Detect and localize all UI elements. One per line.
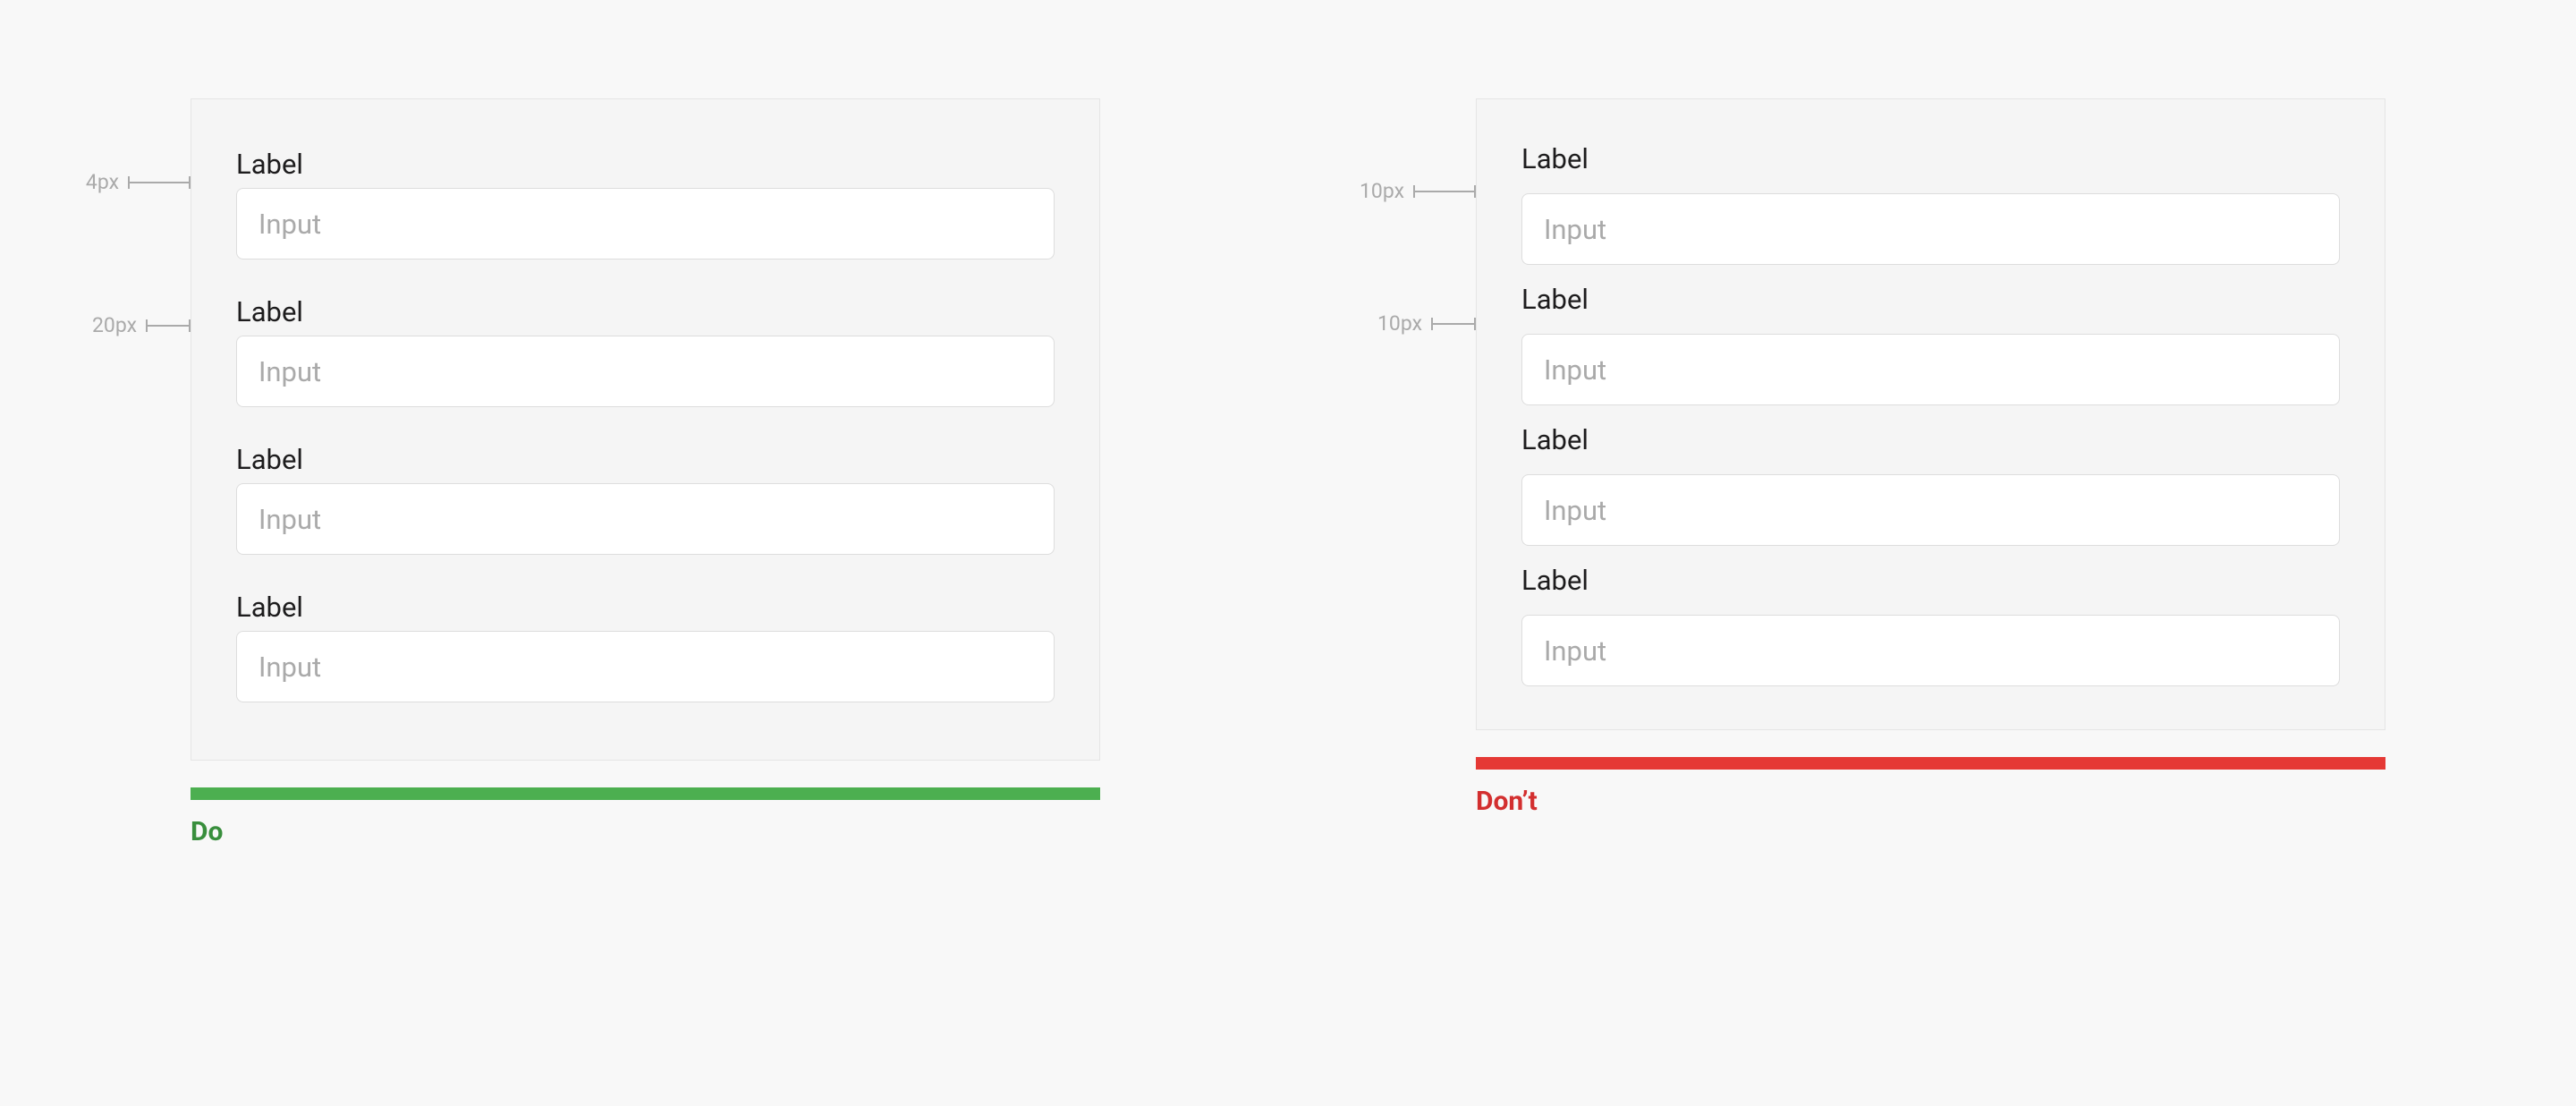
text-input[interactable] <box>1521 474 2340 546</box>
status-bar-dont <box>1476 757 2385 770</box>
caption-do: Do <box>191 816 1100 847</box>
form-panel-do: Label Label Label Label <box>191 98 1100 761</box>
spacing-annotation: 20px <box>92 313 191 337</box>
field-label: Label <box>1521 142 2340 175</box>
form-field-group: Label <box>1521 142 2340 265</box>
text-input[interactable] <box>236 188 1055 259</box>
text-input[interactable] <box>1521 193 2340 265</box>
form-field-group: Label <box>236 148 1055 259</box>
annotation-line <box>1431 323 1476 325</box>
form-field-group: Label <box>1521 564 2340 686</box>
spacing-annotation: 10px <box>1377 311 1476 336</box>
status-bar-do <box>191 787 1100 800</box>
field-label: Label <box>1521 564 2340 597</box>
field-label: Label <box>236 591 1055 624</box>
form-field-group: Label <box>236 591 1055 702</box>
annotation-label: 4px <box>86 170 119 194</box>
form-field-group: Label <box>1521 283 2340 405</box>
text-input[interactable] <box>1521 615 2340 686</box>
spacing-annotation: 10px <box>1360 179 1476 203</box>
text-input[interactable] <box>236 336 1055 407</box>
annotation-line <box>146 325 191 327</box>
examples-container: 4px 20px Label Label Label Label <box>0 0 2576 847</box>
annotation-label: 10px <box>1360 179 1404 203</box>
spacing-annotation: 4px <box>86 170 191 194</box>
annotation-line <box>1413 191 1476 192</box>
example-do: 4px 20px Label Label Label Label <box>191 98 1100 847</box>
annotation-label: 10px <box>1377 311 1422 336</box>
annotation-line <box>128 182 191 183</box>
form-panel-dont: Label Label Label Label <box>1476 98 2385 730</box>
annotation-label: 20px <box>92 313 137 337</box>
text-input[interactable] <box>1521 334 2340 405</box>
field-label: Label <box>236 295 1055 328</box>
example-dont: 10px 10px Label Label Label Label <box>1476 98 2385 847</box>
form-field-group: Label <box>1521 423 2340 546</box>
field-label: Label <box>1521 283 2340 316</box>
field-label: Label <box>236 443 1055 476</box>
field-label: Label <box>236 148 1055 181</box>
form-field-group: Label <box>236 443 1055 555</box>
text-input[interactable] <box>236 631 1055 702</box>
form-field-group: Label <box>236 295 1055 407</box>
field-label: Label <box>1521 423 2340 456</box>
text-input[interactable] <box>236 483 1055 555</box>
caption-dont: Don’t <box>1476 786 2385 817</box>
